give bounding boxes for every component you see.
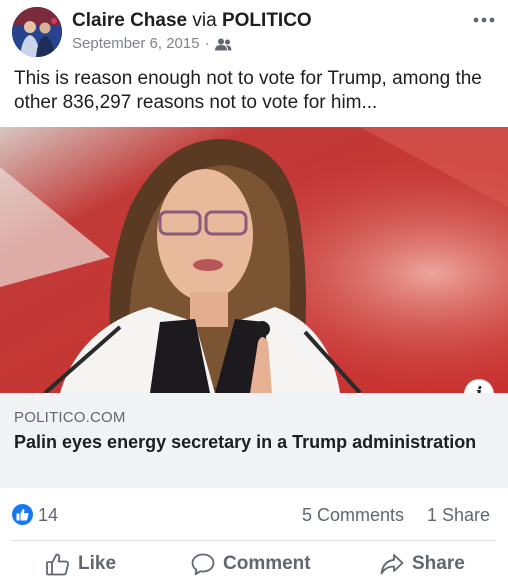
link-preview-box[interactable]: POLITICO.COM Palin eyes energy secretary…	[0, 393, 508, 488]
speaker-photo	[0, 127, 508, 393]
link-title[interactable]: Palin eyes energy secretary in a Trump a…	[14, 431, 484, 454]
like-button[interactable]: Like	[46, 551, 116, 577]
avatar[interactable]	[12, 7, 62, 57]
thumbs-up-icon	[16, 508, 29, 521]
share-count[interactable]: 1 Share	[427, 505, 490, 525]
avatar-photo	[12, 7, 62, 57]
comment-bubble-icon	[191, 553, 215, 575]
link-preview-image[interactable]	[0, 127, 508, 393]
comment-button[interactable]: Comment	[191, 551, 311, 577]
action-divider	[12, 540, 496, 541]
author-name[interactable]: Claire Chase	[72, 10, 187, 31]
post-text: This is reason enough not to vote for Tr…	[14, 68, 482, 113]
like-count[interactable]: 14	[38, 505, 58, 525]
share-label: Share	[412, 553, 465, 574]
more-options-button[interactable]	[470, 10, 498, 30]
via-text: via	[192, 10, 217, 31]
friends-icon[interactable]	[214, 38, 232, 51]
post-meta: September 6, 2015 ·	[72, 35, 232, 53]
share-arrow-icon	[380, 553, 404, 574]
post-header: Claire Chase via POLITICO September 6, 2…	[0, 0, 508, 62]
author-line: Claire Chase via POLITICO	[72, 10, 312, 32]
meta-separator: ·	[204, 35, 210, 52]
thumbs-up-outline-icon	[46, 553, 69, 575]
comment-label: Comment	[223, 553, 311, 574]
comment-count[interactable]: 5 Comments	[302, 505, 404, 525]
page-name[interactable]: POLITICO	[222, 10, 312, 31]
action-bar: Like Comment Share	[0, 543, 508, 583]
share-button[interactable]: Share	[380, 551, 465, 577]
post-date[interactable]: September 6, 2015	[72, 35, 200, 53]
more-dots-icon	[473, 17, 495, 23]
like-label: Like	[78, 553, 117, 574]
reactions-bar: 14 5 Comments 1 Share	[0, 498, 508, 532]
like-reaction-icon[interactable]	[12, 504, 33, 525]
link-domain: POLITICO.COM	[14, 409, 126, 426]
